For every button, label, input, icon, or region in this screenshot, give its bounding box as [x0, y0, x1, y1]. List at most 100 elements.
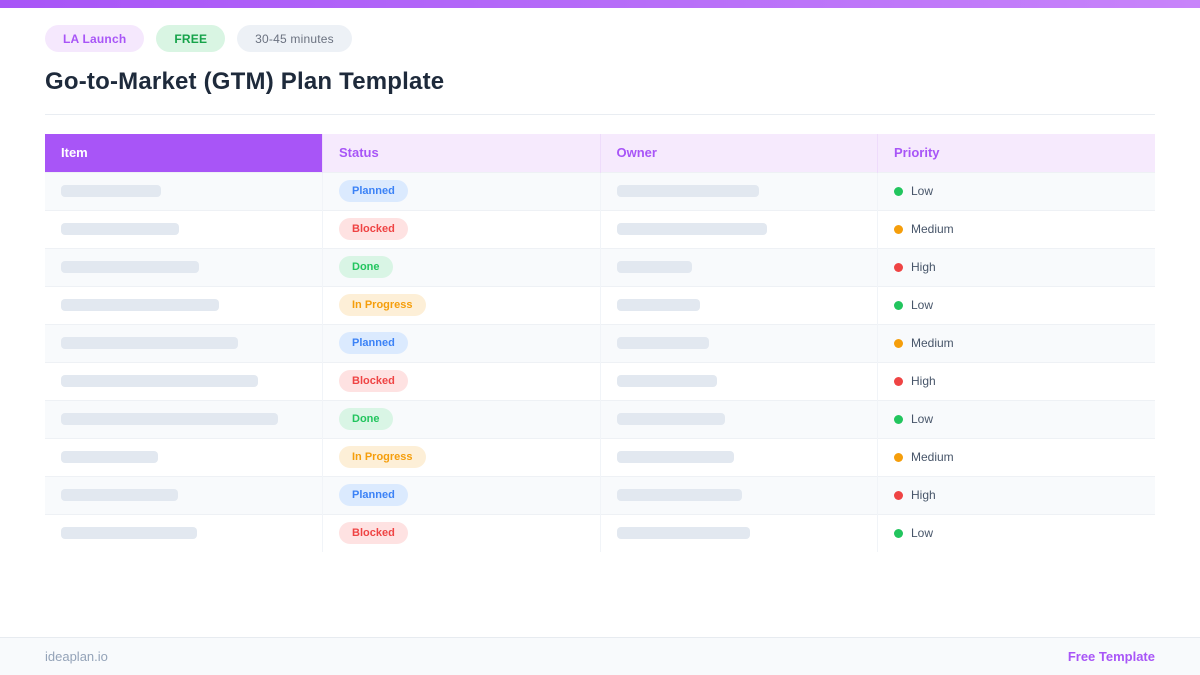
owner-placeholder-bar	[616, 489, 742, 501]
status-cell: Planned	[322, 323, 600, 362]
owner-cell	[599, 323, 878, 362]
table-row: In Progress Low	[45, 285, 1155, 324]
status-badge: Planned	[339, 180, 408, 202]
item-cell	[45, 285, 323, 324]
item-cell	[45, 475, 323, 514]
owner-cell	[599, 247, 878, 286]
table-body: Planned Low Blocked Medium Done High In Progre…	[45, 171, 1155, 552]
gtm-plan-table: Item Status Owner Priority Planned Low Blo…	[45, 134, 1155, 552]
status-badge: Blocked	[339, 370, 408, 392]
priority-dot-icon	[894, 376, 903, 386]
owner-placeholder-bar	[616, 261, 692, 273]
table-row: In Progress Medium	[45, 437, 1155, 476]
priority-cell: High	[877, 475, 1155, 514]
priority-dot-icon	[894, 224, 903, 234]
priority-cell: High	[877, 361, 1155, 400]
priority-label: High	[911, 260, 936, 274]
table-row: Planned Medium	[45, 323, 1155, 362]
owner-placeholder-bar	[616, 299, 700, 311]
priority-label: Low	[911, 298, 934, 312]
item-cell	[45, 437, 323, 476]
status-cell: In Progress	[322, 437, 600, 476]
item-placeholder-bar	[61, 489, 178, 501]
table-row: Planned Low	[45, 171, 1155, 210]
table-row: Done High	[45, 247, 1155, 286]
status-badge: In Progress	[339, 294, 426, 316]
priority-dot-icon	[894, 300, 903, 310]
status-badge: In Progress	[339, 446, 426, 468]
status-badge: Blocked	[339, 522, 408, 545]
item-cell	[45, 513, 323, 552]
priority-label: Medium	[911, 336, 954, 350]
priority-dot-icon	[894, 528, 903, 538]
status-badge: Done	[339, 256, 393, 278]
owner-cell	[599, 399, 878, 438]
item-placeholder-bar	[61, 299, 219, 311]
status-cell: In Progress	[322, 285, 600, 324]
item-placeholder-bar	[61, 527, 197, 540]
item-placeholder-bar	[61, 451, 158, 463]
priority-cell: Low	[877, 399, 1155, 438]
priority-dot-icon	[894, 414, 903, 424]
status-cell: Done	[322, 399, 600, 438]
item-cell	[45, 361, 323, 400]
status-badge: Planned	[339, 332, 408, 354]
status-cell: Blocked	[322, 513, 600, 552]
page-title: Go-to-Market (GTM) Plan Template	[45, 68, 445, 95]
priority-cell: Low	[877, 513, 1155, 552]
priority-label: High	[911, 374, 936, 388]
item-cell	[45, 247, 323, 286]
owner-placeholder-bar	[616, 185, 759, 197]
priority-cell: Low	[877, 171, 1155, 210]
table-row: Done Low	[45, 399, 1155, 438]
badge-row: LA Launch FREE 30-45 minutes	[45, 25, 1155, 52]
item-cell	[45, 209, 323, 248]
table-row: Blocked Low	[45, 513, 1155, 552]
priority-label: High	[911, 488, 936, 502]
footer-site-label: ideaplan.io	[45, 649, 108, 664]
item-placeholder-bar	[61, 337, 238, 349]
priority-label: Low	[911, 412, 934, 426]
status-cell: Done	[322, 247, 600, 286]
column-header-owner: Owner	[599, 134, 878, 172]
priority-dot-icon	[894, 338, 903, 348]
column-header-item: Item	[45, 134, 323, 172]
priority-label: Low	[911, 526, 934, 541]
priority-cell: Medium	[877, 209, 1155, 248]
owner-cell	[599, 285, 878, 324]
table-row: Blocked Medium	[45, 209, 1155, 248]
footer-free-template-link[interactable]: Free Template	[1068, 649, 1155, 664]
status-cell: Planned	[322, 171, 600, 210]
free-badge: FREE	[156, 25, 226, 52]
item-placeholder-bar	[61, 413, 278, 425]
table-row: Planned High	[45, 475, 1155, 514]
item-cell	[45, 171, 323, 210]
item-placeholder-bar	[61, 223, 179, 235]
status-badge: Blocked	[339, 218, 408, 240]
table-header-row: Item Status Owner Priority	[45, 134, 1155, 172]
owner-cell	[599, 209, 878, 248]
owner-placeholder-bar	[616, 451, 734, 463]
status-cell: Blocked	[322, 209, 600, 248]
priority-cell: High	[877, 247, 1155, 286]
owner-cell	[599, 361, 878, 400]
status-badge: Planned	[339, 484, 408, 506]
priority-dot-icon	[894, 262, 903, 272]
item-placeholder-bar	[61, 261, 199, 273]
owner-placeholder-bar	[616, 375, 717, 387]
item-cell	[45, 323, 323, 362]
priority-cell: Medium	[877, 437, 1155, 476]
item-cell	[45, 399, 323, 438]
column-header-priority: Priority	[877, 134, 1155, 172]
brand-badge: LA Launch	[45, 25, 145, 52]
owner-placeholder-bar	[616, 413, 725, 425]
title-divider	[45, 114, 1155, 115]
owner-cell	[599, 513, 878, 552]
status-cell: Blocked	[322, 361, 600, 400]
owner-placeholder-bar	[616, 337, 709, 349]
priority-dot-icon	[894, 490, 903, 500]
accent-top-bar	[0, 0, 1200, 8]
owner-cell	[599, 475, 878, 514]
priority-dot-icon	[894, 186, 903, 196]
priority-label: Low	[911, 184, 934, 198]
